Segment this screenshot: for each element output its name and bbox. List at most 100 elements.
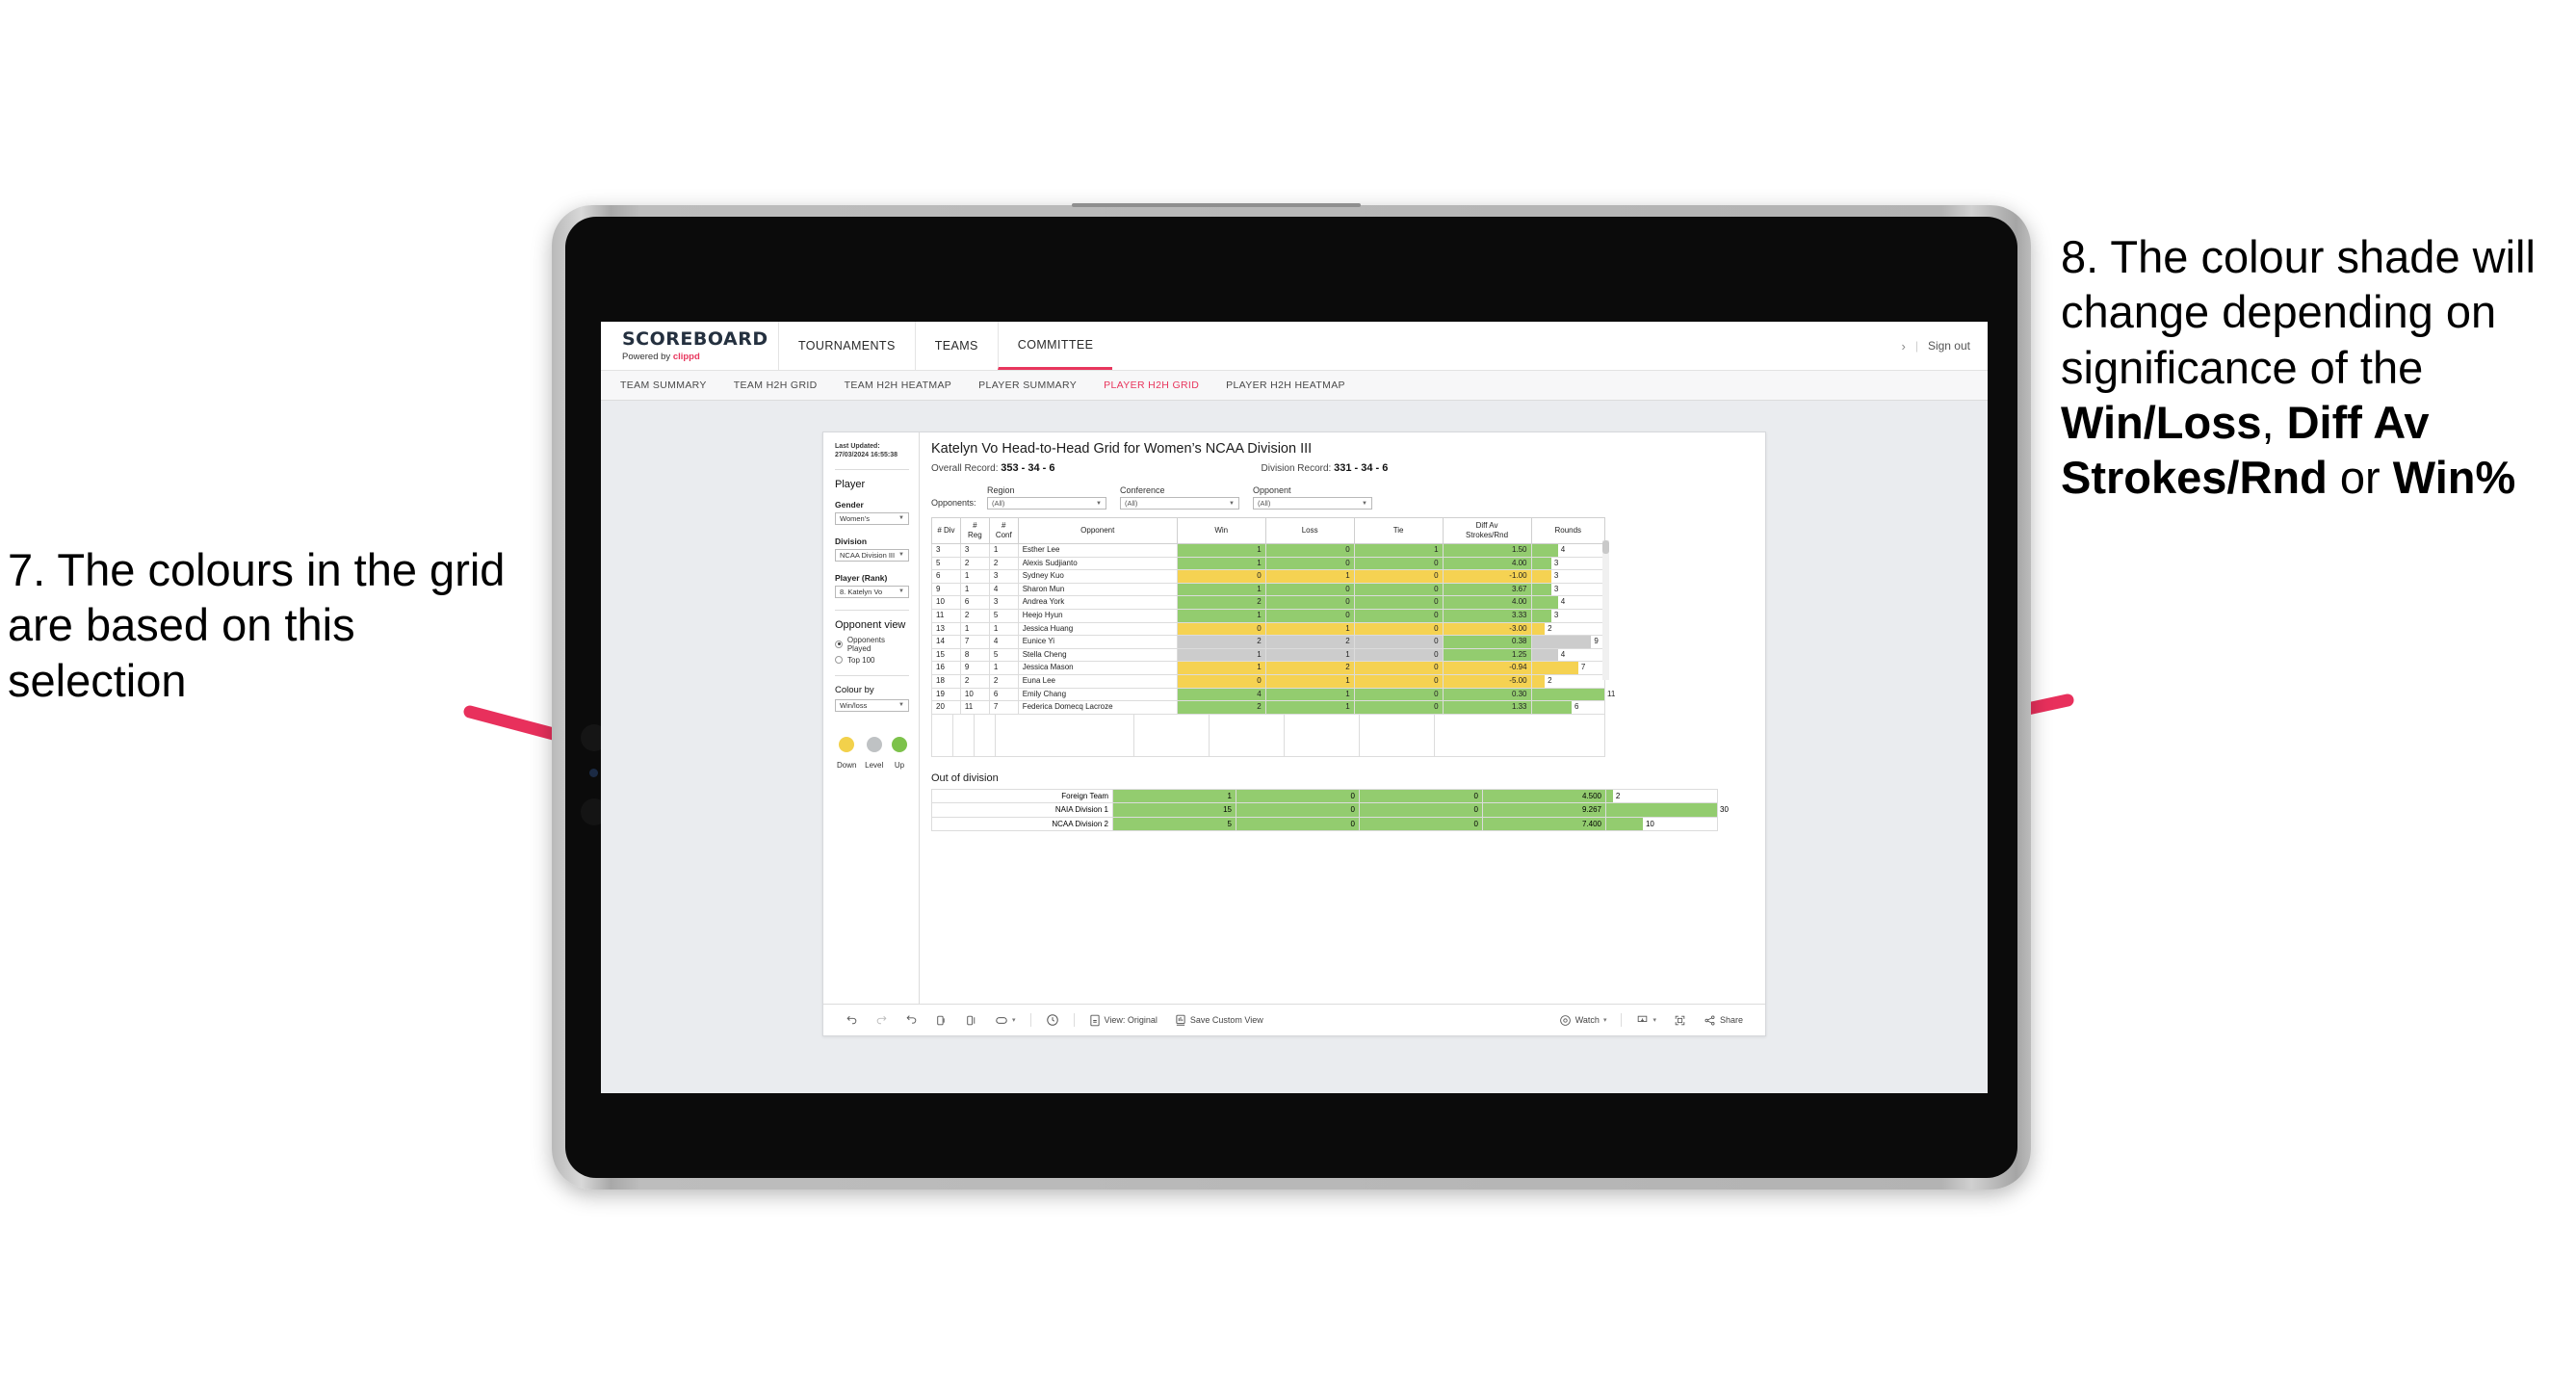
grid-scrollbar-thumb[interactable] (1602, 540, 1609, 554)
colour-by-select[interactable]: Win/loss ▼ (835, 698, 909, 712)
cell-reg: 2 (959, 608, 990, 623)
table-row[interactable]: 20 11 7 Federica Domecq Lacroze 2 1 0 1.33 6 (931, 700, 1606, 715)
table-row[interactable]: 5 2 2 Alexis Sudjianto 1 0 0 4.00 3 (931, 556, 1606, 571)
fullscreen-button[interactable] (1665, 1014, 1695, 1027)
table-row[interactable]: Foreign Team 1 0 0 4.500 2 (931, 788, 1718, 804)
cell-tie: 0 (1353, 569, 1444, 584)
cell-rounds: 4 (1530, 543, 1606, 558)
subtab-team-h2h-heatmap[interactable]: TEAM H2H HEATMAP (845, 379, 952, 391)
shape-dropdown[interactable]: ▾ (986, 1015, 1025, 1026)
subtab-team-h2h-grid[interactable]: TEAM H2H GRID (734, 379, 818, 391)
powered-brand: clippd (672, 351, 700, 362)
cell-group-name: NAIA Division 1 (931, 802, 1113, 818)
watch-label: Watch (1574, 1015, 1600, 1025)
filter-opponent: Opponent (All) ▼ (1253, 485, 1372, 510)
table-row[interactable]: 15 8 5 Stella Cheng 1 1 0 1.25 4 (931, 647, 1606, 663)
chevron-down-icon: ▾ (1652, 1017, 1656, 1024)
cell-reg: 10 (959, 687, 990, 702)
cell-reg: 3 (959, 543, 990, 558)
table-row[interactable]: 19 10 6 Emily Chang 4 1 0 0.30 11 (931, 687, 1615, 702)
revert-button[interactable] (897, 1014, 926, 1027)
cell-win: 1 (1176, 661, 1266, 675)
table-row[interactable]: 13 1 1 Jessica Huang 0 1 0 -3.00 2 (931, 621, 1606, 637)
chevron-down-icon: ▼ (1229, 500, 1235, 507)
filter-opponent-select[interactable]: (All) ▼ (1253, 497, 1372, 510)
table-row[interactable]: NAIA Division 1 15 0 0 9.267 30 (931, 802, 1729, 818)
cell-loss: 0 (1236, 788, 1360, 804)
subtab-player-h2h-heatmap[interactable]: PLAYER H2H HEATMAP (1226, 379, 1345, 391)
chevron-right-icon[interactable]: › (1901, 339, 1905, 353)
divider (1621, 1013, 1623, 1027)
table-row[interactable]: NCAA Division 2 5 0 0 7.400 10 (931, 816, 1718, 832)
sign-out-button[interactable]: Sign out (1928, 339, 1970, 353)
refresh-button[interactable] (926, 1014, 956, 1027)
cell-opponent: Andrea York (1017, 595, 1178, 610)
header-right: › | Sign out (1901, 322, 1988, 370)
view-icon (1089, 1014, 1100, 1026)
subtab-team-summary[interactable]: TEAM SUMMARY (620, 379, 707, 391)
table-row[interactable]: 3 3 1 Esther Lee 1 0 1 1.50 4 (931, 543, 1606, 558)
table-row[interactable]: 18 2 2 Euna Lee 0 1 0 -5.00 2 (931, 673, 1606, 689)
cell-div: 13 (931, 621, 961, 637)
cell-div: 19 (931, 687, 961, 702)
brand-logo[interactable]: SCOREBOARD Powered by clippd (601, 322, 778, 370)
subtab-player-summary[interactable]: PLAYER SUMMARY (978, 379, 1077, 391)
clock-button[interactable] (1037, 1013, 1068, 1027)
watch-button[interactable]: Watch ▾ (1550, 1014, 1616, 1027)
tablet-device: SCOREBOARD Powered by clippd TOURNAMENTS… (552, 203, 2031, 1190)
scoreboard-app: SCOREBOARD Powered by clippd TOURNAMENTS… (601, 322, 1988, 1093)
cell-conf: 5 (988, 608, 1019, 623)
subtab-player-h2h-grid[interactable]: PLAYER H2H GRID (1104, 379, 1199, 391)
filter-opponent-value: (All) (1258, 499, 1271, 508)
cell-conf: 4 (988, 635, 1019, 649)
cell-reg: 1 (959, 621, 990, 637)
table-row[interactable]: 6 1 3 Sydney Kuo 0 1 0 -1.00 3 (931, 569, 1606, 584)
table-row[interactable]: 16 9 1 Jessica Mason 1 2 0 -0.94 7 (931, 661, 1606, 675)
table-row[interactable]: 10 6 3 Andrea York 2 0 0 4.00 4 (931, 595, 1606, 610)
save-custom-view-button[interactable]: Save Custom View (1166, 1014, 1272, 1027)
cell-rounds: 11 (1530, 687, 1615, 702)
share-button[interactable]: Share (1695, 1014, 1752, 1027)
cell-diff: 3.67 (1442, 582, 1532, 597)
division-select[interactable]: NCAA Division III ▼ (835, 548, 909, 562)
colour-by-label: Colour by (835, 684, 874, 695)
table-row[interactable]: 11 2 5 Heejo Hyun 1 0 0 3.33 3 (931, 608, 1606, 623)
sub-navigation: TEAM SUMMARY TEAM H2H GRID TEAM H2H HEAT… (601, 370, 1988, 401)
cell-diff: 7.400 (1482, 816, 1606, 832)
cell-tie: 0 (1353, 700, 1444, 715)
chevron-down-icon: ▼ (1096, 500, 1102, 507)
tablet-screen: SCOREBOARD Powered by clippd TOURNAMENTS… (565, 217, 2017, 1178)
grid-scrollbar-track[interactable] (1602, 540, 1609, 680)
nav-tab-committee[interactable]: COMMITTEE (997, 322, 1113, 370)
gender-select[interactable]: Women’s ▼ (835, 511, 909, 525)
filter-conference: Conference (All) ▼ (1120, 485, 1239, 510)
cell-rounds: 3 (1530, 556, 1606, 571)
table-row[interactable]: 14 7 4 Eunice Yi 2 2 0 0.38 9 (931, 635, 1606, 649)
nav-tab-tournaments[interactable]: TOURNAMENTS (778, 322, 915, 370)
division-record-label: Division Record: (1261, 463, 1335, 474)
nav-tab-teams[interactable]: TEAMS (914, 322, 998, 370)
view-original-button[interactable]: View: Original (1080, 1014, 1166, 1027)
cell-loss: 0 (1264, 543, 1355, 558)
undo-icon (846, 1015, 857, 1024)
cell-opponent: Jessica Mason (1017, 661, 1178, 675)
cell-opponent: Emily Chang (1017, 687, 1178, 702)
filter-conference-select[interactable]: (All) ▼ (1120, 497, 1239, 510)
table-row[interactable]: 9 1 4 Sharon Mun 1 0 0 3.67 3 (931, 582, 1606, 597)
radio-top-100-label: Top 100 (847, 655, 875, 665)
cell-win: 2 (1176, 635, 1266, 649)
filter-region-select[interactable]: (All) ▼ (987, 497, 1106, 510)
download-dropdown[interactable]: ▾ (1627, 1014, 1665, 1027)
player-rank-select[interactable]: 8. Katelyn Vo ▼ (835, 585, 909, 598)
radio-opponents-played[interactable]: Opponents Played (835, 636, 909, 653)
cell-tie: 0 (1359, 788, 1483, 804)
pause-button[interactable] (956, 1014, 986, 1027)
radio-top-100[interactable]: Top 100 (835, 656, 909, 665)
redo-button[interactable] (867, 1014, 897, 1027)
cell-loss: 0 (1264, 582, 1355, 597)
cell-div: 10 (931, 595, 961, 610)
cell-tie: 0 (1353, 661, 1444, 675)
cell-diff: 0.38 (1442, 635, 1532, 649)
colour-by-select-value: Win/loss (840, 700, 868, 710)
undo-button[interactable] (837, 1014, 867, 1027)
